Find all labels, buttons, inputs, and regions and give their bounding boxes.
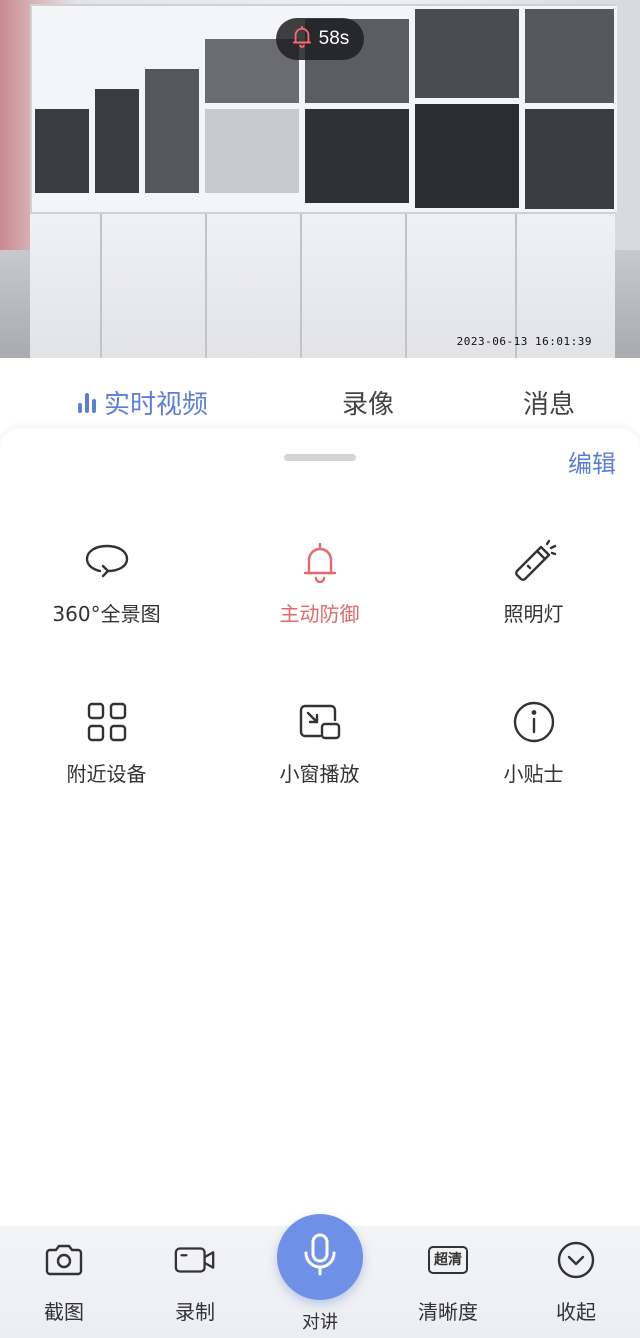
tab-live-video[interactable]: 实时视频: [78, 384, 208, 421]
info-icon: [510, 698, 558, 746]
video-camera-icon: [173, 1238, 217, 1282]
active-defense-label: 主动防御: [279, 602, 360, 626]
microphone-icon: [300, 1232, 340, 1282]
nearby-devices-label: 附近设备: [66, 762, 147, 786]
chevron-down-icon: [554, 1238, 598, 1282]
quality-badge: 超清: [428, 1246, 468, 1274]
tab-recordings-label: 录像: [342, 390, 395, 420]
grid-icon: [83, 698, 131, 746]
panorama-icon: [83, 538, 131, 586]
screenshot-button[interactable]: 截图: [0, 1238, 128, 1325]
flashlight-label: 照明灯: [503, 602, 564, 626]
flashlight-icon: [510, 538, 558, 586]
nearby-devices-button[interactable]: 附近设备: [0, 698, 213, 787]
active-defense-button[interactable]: 主动防御: [213, 538, 426, 627]
flashlight-button[interactable]: 照明灯: [427, 538, 640, 627]
quality-badge-icon: 超清: [426, 1238, 470, 1282]
tips-label: 小贴士: [503, 762, 564, 786]
tab-live-video-label: 实时视频: [104, 390, 209, 420]
feed-timestamp: 2023-06-13 16:01:39: [456, 335, 592, 348]
screenshot-label: 截图: [44, 1300, 84, 1324]
view-tabs: 实时视频 录像 消息: [0, 370, 640, 430]
quality-button[interactable]: 超清 清晰度: [384, 1238, 512, 1325]
alarm-countdown-text: 58s: [318, 28, 350, 49]
tab-messages[interactable]: 消息: [523, 384, 575, 421]
live-bars-icon: [78, 392, 96, 413]
panorama-button[interactable]: 360°全景图: [0, 538, 213, 627]
bell-icon: [291, 25, 313, 53]
picture-in-picture-icon: [296, 698, 344, 746]
function-panel: 编辑 360°全景图 主动防御 照明灯 附近设备 小窗播放 小贴士: [0, 428, 640, 1228]
quality-label: 清晰度: [418, 1300, 478, 1324]
collapse-label: 收起: [556, 1300, 596, 1324]
panorama-label: 360°全景图: [52, 602, 161, 626]
record-button[interactable]: 录制: [131, 1238, 259, 1325]
collapse-button[interactable]: 收起: [512, 1238, 640, 1325]
talk-button[interactable]: [277, 1214, 363, 1300]
tips-button[interactable]: 小贴士: [427, 698, 640, 787]
record-label: 录制: [175, 1300, 215, 1324]
bell-icon: [296, 538, 344, 586]
picture-in-picture-label: 小窗播放: [279, 762, 360, 786]
camera-feed[interactable]: 58s 2023-06-13 16:01:39: [0, 0, 640, 358]
bottom-toolbar: 截图 录制 对讲 超清 清晰度 收起: [0, 1214, 640, 1338]
tab-messages-label: 消息: [523, 390, 576, 420]
drag-handle[interactable]: [284, 454, 356, 461]
talk-label: 对讲: [302, 1312, 338, 1333]
tab-recordings[interactable]: 录像: [342, 384, 394, 421]
alarm-countdown-badge[interactable]: 58s: [276, 18, 364, 60]
picture-in-picture-button[interactable]: 小窗播放: [213, 698, 426, 787]
edit-button[interactable]: 编辑: [568, 444, 616, 479]
camera-icon: [42, 1238, 86, 1282]
